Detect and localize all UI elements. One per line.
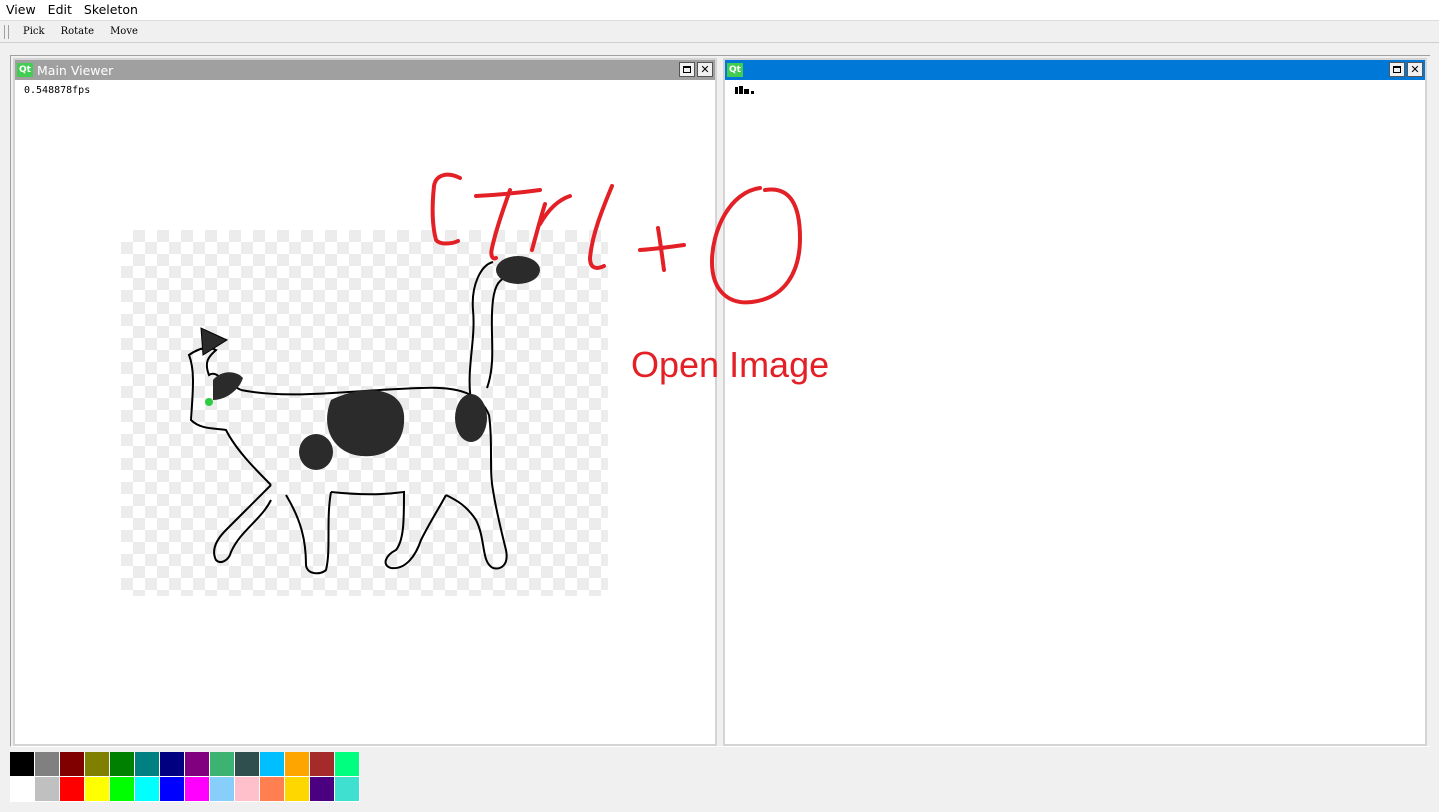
- move-button[interactable]: Move: [102, 22, 146, 42]
- palette-swatch[interactable]: [185, 777, 210, 802]
- palette-swatch[interactable]: [85, 752, 110, 777]
- palette-swatch[interactable]: [185, 752, 210, 777]
- open-image-caption: Open Image: [631, 344, 830, 385]
- secondary-window[interactable]: Qt ✕: [723, 58, 1427, 746]
- mdi-area: Qt Main Viewer ✕ 0.548878fps Qt ✕: [10, 55, 1430, 747]
- palette-swatch[interactable]: [260, 752, 285, 777]
- palette-swatch[interactable]: [110, 777, 135, 802]
- secondary-titlebar[interactable]: Qt ✕: [725, 60, 1425, 80]
- palette-swatch[interactable]: [335, 752, 360, 777]
- main-viewer-title: Main Viewer: [37, 62, 114, 78]
- palette-swatch[interactable]: [210, 752, 235, 777]
- color-palette: [10, 752, 360, 802]
- palette-swatch[interactable]: [110, 752, 135, 777]
- palette-swatch[interactable]: [35, 777, 60, 802]
- palette-swatch[interactable]: [60, 777, 85, 802]
- palette-swatch[interactable]: [135, 777, 160, 802]
- close-icon: ✕: [1410, 63, 1420, 76]
- palette-swatch[interactable]: [285, 752, 310, 777]
- close-button[interactable]: ✕: [1407, 62, 1423, 77]
- rotate-button[interactable]: Rotate: [53, 22, 102, 42]
- palette-swatch[interactable]: [10, 752, 35, 777]
- palette-swatch[interactable]: [160, 777, 185, 802]
- main-viewer-window[interactable]: Qt Main Viewer ✕ 0.548878fps: [13, 58, 717, 746]
- fps-readout: 0.548878fps: [24, 85, 91, 96]
- palette-swatch[interactable]: [10, 777, 35, 802]
- maximize-button[interactable]: [679, 62, 695, 77]
- menubar: View Edit Skeleton: [0, 0, 1439, 21]
- menu-edit[interactable]: Edit: [42, 0, 78, 20]
- qt-logo-icon: Qt: [727, 63, 743, 77]
- palette-swatch[interactable]: [160, 752, 185, 777]
- toolbar: Pick Rotate Move: [0, 21, 1439, 43]
- menu-view[interactable]: View: [0, 0, 42, 20]
- palette-swatch[interactable]: [60, 752, 85, 777]
- menu-skeleton[interactable]: Skeleton: [78, 0, 144, 20]
- image-canvas[interactable]: [121, 230, 608, 596]
- pick-button[interactable]: Pick: [15, 22, 53, 42]
- palette-swatch[interactable]: [235, 777, 260, 802]
- palette-swatch[interactable]: [35, 752, 60, 777]
- palette-swatch[interactable]: [310, 752, 335, 777]
- palette-swatch[interactable]: [310, 777, 335, 802]
- palette-swatch[interactable]: [335, 777, 360, 802]
- palette-swatch[interactable]: [210, 777, 235, 802]
- palette-swatch[interactable]: [260, 777, 285, 802]
- toolbar-grip-handle[interactable]: [4, 24, 9, 39]
- close-button[interactable]: ✕: [697, 62, 713, 77]
- palette-swatch[interactable]: [85, 777, 110, 802]
- maximize-icon: [1393, 66, 1401, 73]
- close-icon: ✕: [700, 63, 710, 76]
- palette-swatch[interactable]: [135, 752, 160, 777]
- glitch-glyph-icon: [735, 86, 754, 94]
- qt-logo-icon: Qt: [17, 63, 33, 77]
- palette-swatch[interactable]: [235, 752, 260, 777]
- maximize-button[interactable]: [1389, 62, 1405, 77]
- cat-image: [187, 256, 540, 575]
- maximize-icon: [683, 66, 691, 73]
- palette-swatch[interactable]: [285, 777, 310, 802]
- main-viewer-titlebar[interactable]: Qt Main Viewer ✕: [15, 60, 715, 80]
